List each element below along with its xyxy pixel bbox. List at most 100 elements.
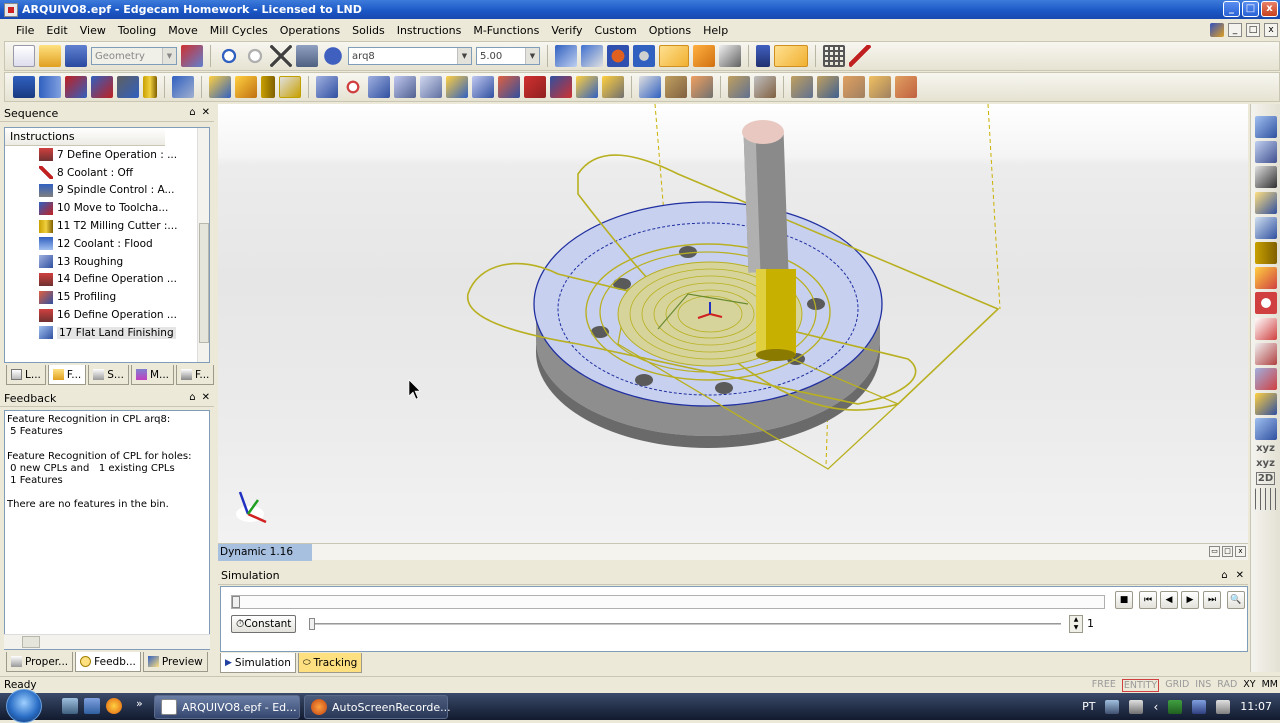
indicator-xy[interactable]: XY — [1243, 679, 1255, 692]
sequence-item[interactable]: 10 Move to Toolcha... — [5, 199, 209, 217]
clock[interactable]: 11:07 — [1240, 700, 1272, 713]
menu-file[interactable]: File — [10, 24, 40, 37]
progress-slider-handle[interactable] — [232, 596, 240, 608]
language-indicator[interactable]: PT — [1082, 700, 1095, 713]
2d-view-button[interactable]: 2D — [1255, 471, 1276, 485]
indicator-free[interactable]: FREE — [1092, 679, 1116, 692]
chamfer-feature-icon[interactable] — [1254, 267, 1277, 290]
instructions-column-header[interactable]: Instructions — [5, 128, 165, 146]
indicator-entity[interactable]: ENTITY — [1121, 679, 1160, 692]
menu-custom[interactable]: Custom — [589, 24, 643, 37]
surface-finish-icon[interactable] — [869, 76, 891, 98]
taskbar-item-autoscreenrecorder[interactable]: AutoScreenRecorde... — [304, 695, 451, 719]
close-button[interactable]: x — [1261, 1, 1278, 17]
grid-icon[interactable] — [823, 45, 845, 67]
constant-speed-button[interactable]: ⏱Constant — [231, 615, 296, 633]
edgecam-app-icon[interactable] — [4, 2, 18, 17]
mdi-restore-button[interactable]: □ — [1246, 23, 1260, 37]
flowline-icon[interactable] — [895, 76, 917, 98]
menu-operations[interactable]: Operations — [274, 24, 346, 37]
rotate-view-icon[interactable] — [607, 45, 629, 67]
step-back-button[interactable]: ◀ — [1160, 591, 1178, 609]
sequence-scrollbar[interactable] — [197, 128, 209, 362]
tap-cycle-icon[interactable] — [261, 76, 275, 98]
menu-help[interactable]: Help — [697, 24, 734, 37]
swarf-icon[interactable] — [817, 76, 839, 98]
simulation-pin-button[interactable]: ⌂ — [1221, 568, 1227, 584]
indicator-grid[interactable]: GRID — [1165, 679, 1189, 692]
slot-feature-icon[interactable] — [1254, 317, 1277, 340]
speed-slider-track[interactable] — [309, 623, 1061, 625]
indicator-ins[interactable]: INS — [1195, 679, 1211, 692]
milling-tool-icon[interactable] — [143, 76, 157, 98]
show-desktop-icon[interactable] — [62, 698, 78, 714]
shading-icon[interactable] — [693, 45, 715, 67]
step-spinner[interactable]: ▲ ▼ — [1069, 615, 1083, 633]
move-relative-icon[interactable] — [91, 76, 113, 98]
sequence-item[interactable]: 16 Define Operation ... — [5, 306, 209, 324]
feedback-pin-button[interactable]: ⌂ — [189, 392, 195, 403]
browser-icon[interactable] — [106, 698, 122, 714]
multi-surface-icon[interactable] — [843, 76, 865, 98]
axis-icon[interactable] — [756, 45, 770, 67]
graphics-viewport[interactable] — [218, 104, 1248, 543]
menu-verify[interactable]: Verify — [545, 24, 588, 37]
simulation-close-button[interactable]: ✕ — [1236, 568, 1244, 584]
xyz-button[interactable]: xyz — [1256, 443, 1275, 454]
rewind-button[interactable]: ⏮ — [1139, 591, 1157, 609]
measure-icon[interactable] — [1254, 488, 1277, 510]
delete-icon[interactable] — [270, 45, 292, 67]
feedback-scrollbar[interactable] — [4, 634, 210, 649]
menu-mill-cycles[interactable]: Mill Cycles — [204, 24, 274, 37]
switch-windows-icon[interactable] — [84, 698, 100, 714]
simulation-progress-slider[interactable] — [231, 595, 1105, 609]
engrave-icon[interactable] — [691, 76, 713, 98]
thread-feature-icon[interactable] — [1254, 393, 1277, 416]
fast-forward-button[interactable]: ⏭ — [1203, 591, 1221, 609]
tool-store-icon[interactable] — [117, 76, 139, 98]
taskbar-item-edgecam[interactable]: ARQUIVO8.epf - Ed... — [154, 695, 300, 719]
five-axis-icon[interactable] — [791, 76, 813, 98]
xyz-offset-button[interactable]: xyz — [1256, 458, 1275, 469]
step-feature-icon[interactable] — [1254, 367, 1277, 390]
waterline-icon[interactable] — [728, 76, 750, 98]
sequence-pin-button[interactable]: ⌂ — [189, 107, 195, 118]
surface-feature-icon[interactable] — [1254, 418, 1277, 441]
indicator-rad[interactable]: RAD — [1217, 679, 1237, 692]
tray-monitor-icon[interactable] — [1192, 699, 1207, 714]
depth-combo[interactable]: 5.00 ▼ — [476, 47, 540, 65]
tab-features[interactable]: F... — [47, 365, 87, 385]
thread-mill-icon[interactable] — [665, 76, 687, 98]
parallel-lace-icon[interactable] — [524, 76, 546, 98]
tab-sequence[interactable]: S... — [88, 365, 129, 385]
viewport-close-button[interactable]: x — [1235, 546, 1246, 557]
cpl-icon[interactable] — [581, 45, 603, 67]
info-icon[interactable] — [322, 45, 344, 67]
stop-button[interactable]: ■ — [1115, 591, 1133, 609]
pencil-mill-icon[interactable] — [576, 76, 598, 98]
start-button[interactable] — [6, 689, 42, 723]
tab-simulation[interactable]: ▶ Simulation — [220, 653, 296, 673]
boss-feature-icon[interactable] — [1254, 166, 1277, 189]
tray-expand-icon[interactable]: ‹ — [1153, 700, 1158, 714]
face-icon[interactable] — [639, 76, 661, 98]
sequence-item[interactable]: 8 Coolant : Off — [5, 164, 209, 182]
tab-properties[interactable]: Proper... — [6, 652, 74, 672]
chamfer-icon[interactable] — [420, 76, 442, 98]
mdi-minimize-button[interactable]: _ — [1228, 23, 1242, 37]
constant-cusp-icon[interactable] — [550, 76, 572, 98]
undo-icon[interactable] — [218, 45, 240, 67]
rest-finish-icon[interactable] — [602, 76, 624, 98]
tray-volume-icon[interactable] — [1216, 699, 1231, 714]
scroll-thumb[interactable] — [22, 636, 40, 648]
slot-icon[interactable] — [394, 76, 416, 98]
view-mode-icon[interactable] — [774, 45, 808, 67]
feed-move-icon[interactable] — [39, 76, 61, 98]
roughing-cycle-icon[interactable] — [472, 76, 494, 98]
feature-finder-icon[interactable] — [1254, 116, 1277, 138]
tab-files[interactable]: F... — [176, 365, 215, 385]
sequence-item[interactable]: 7 Define Operation : ... — [5, 146, 209, 164]
sequence-item[interactable]: 11 T2 Milling Cutter :... — [5, 217, 209, 235]
sequence-item[interactable]: 9 Spindle Control : A... — [5, 182, 209, 200]
open-folder-icon[interactable] — [39, 45, 61, 67]
